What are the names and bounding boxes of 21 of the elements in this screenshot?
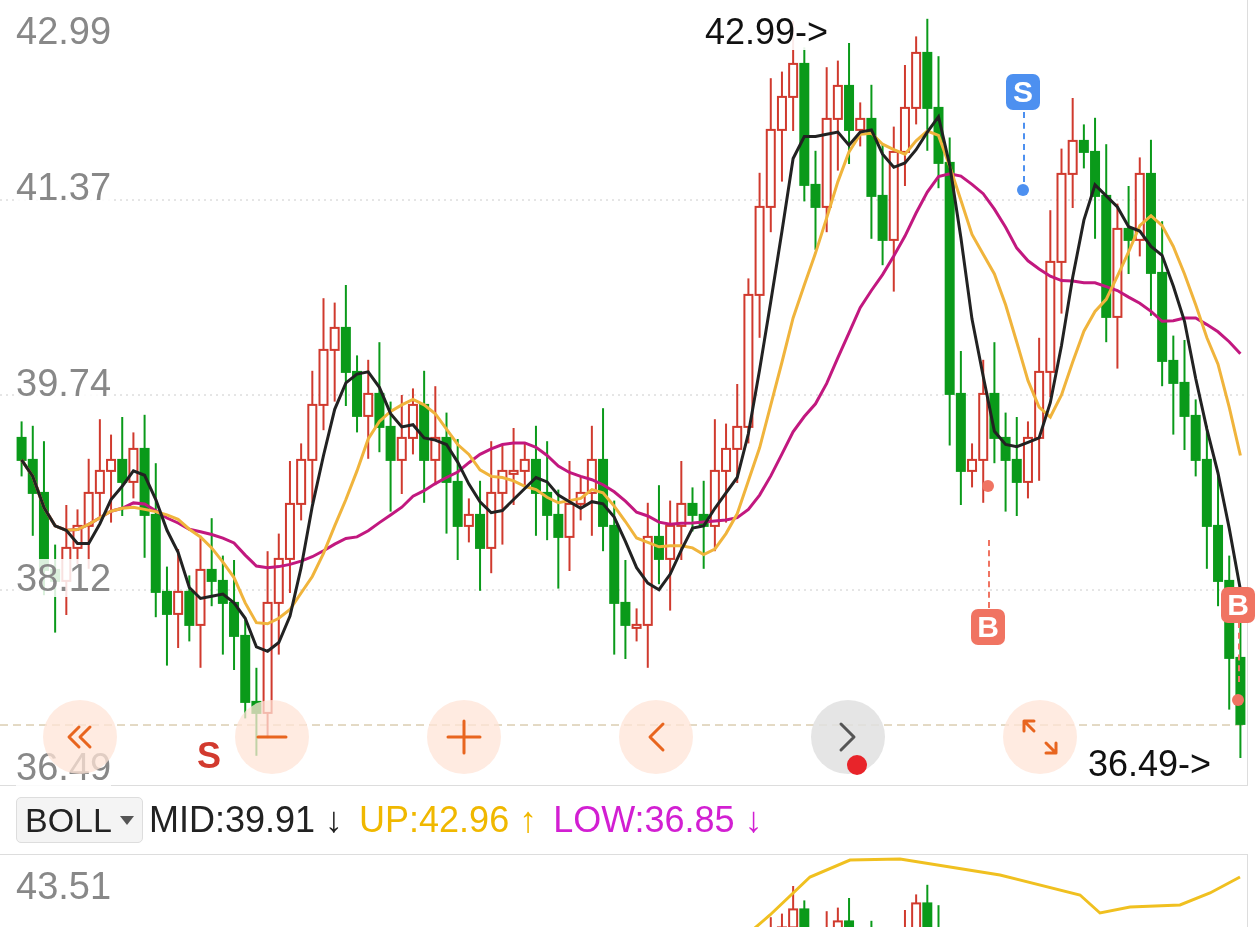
- indicator-dropdown[interactable]: BOLL: [16, 797, 143, 843]
- signal-dot: [1017, 184, 1029, 196]
- signal-dot: [982, 480, 994, 492]
- buy-signal-badge[interactable]: B: [971, 609, 1005, 645]
- sell-mark: S: [197, 738, 221, 774]
- expand-arrows-icon: [1020, 717, 1060, 757]
- signal-dot: [1232, 694, 1244, 706]
- left-chevron-icon: [646, 721, 666, 753]
- price-axis-label: 38.12: [16, 559, 112, 597]
- indicator-value: LOW:36.85 ↓: [553, 799, 763, 841]
- buy-signal-badge[interactable]: B: [1221, 587, 1255, 623]
- indicator-value: MID:39.91 ↓: [148, 799, 344, 841]
- right-chevron-icon: [838, 721, 858, 753]
- leader-line: [1023, 112, 1025, 182]
- leader-line: [988, 540, 990, 608]
- dropdown-caret-icon: [119, 815, 134, 825]
- minus-icon: [256, 734, 288, 740]
- sell-signal-badge[interactable]: S: [1006, 74, 1040, 110]
- indicator-value: UP:42.96 ↑: [359, 799, 538, 841]
- notification-dot: [847, 755, 867, 775]
- plus-icon: [446, 719, 482, 755]
